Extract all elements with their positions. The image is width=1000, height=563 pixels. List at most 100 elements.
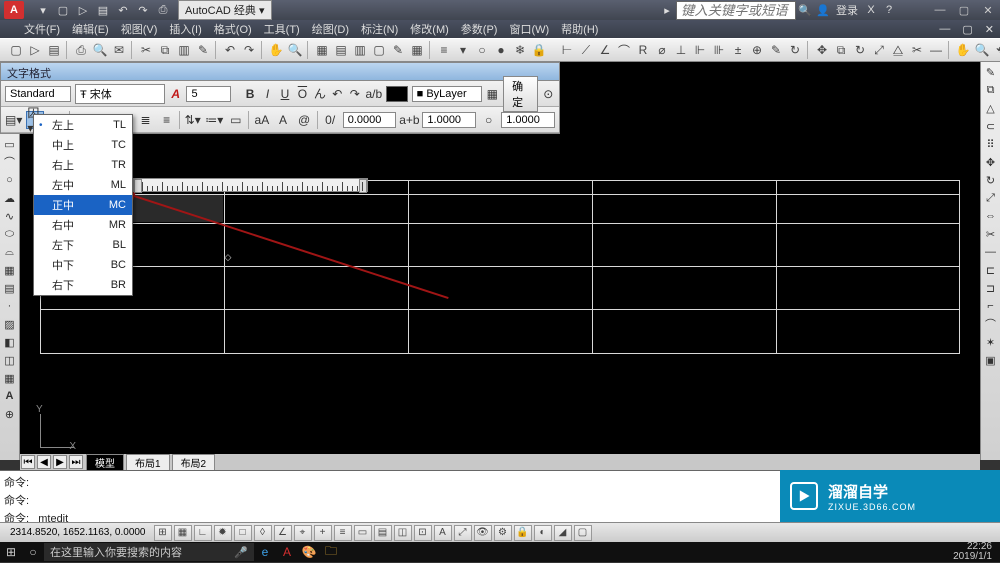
move2-icon[interactable]: ✥: [983, 154, 999, 170]
scale2-icon[interactable]: ⤢: [983, 190, 999, 206]
ssm-icon[interactable]: ▢: [370, 41, 388, 59]
gradient-icon[interactable]: ◧: [2, 334, 18, 350]
annv-toggle[interactable]: 👁: [474, 525, 492, 541]
rotate-icon[interactable]: ↻: [851, 41, 869, 59]
dim-base-icon[interactable]: ⊪: [710, 41, 728, 59]
stack-button[interactable]: a/b: [366, 85, 383, 103]
menu-param[interactable]: 参数(P): [455, 21, 504, 37]
mirror-icon[interactable]: ⧋: [889, 41, 907, 59]
layer-color-select[interactable]: ■ ByLayer: [412, 86, 482, 102]
bold-button[interactable]: B: [243, 85, 256, 103]
justify-item-ml[interactable]: 左中ML: [34, 175, 132, 195]
layer-off-icon[interactable]: ○: [473, 41, 491, 59]
lwt-toggle[interactable]: ≡: [334, 525, 352, 541]
props-icon[interactable]: ▦: [313, 41, 331, 59]
annotative-icon[interactable]: A: [169, 85, 182, 103]
arc-icon[interactable]: ⌒: [2, 154, 18, 170]
workspace-dropdown[interactable]: AutoCAD 经典 ▾: [178, 0, 272, 20]
menu-file[interactable]: 文件(F): [18, 21, 66, 37]
ellipsearc-icon[interactable]: ⌓: [2, 244, 18, 260]
array-icon[interactable]: ⠿: [983, 136, 999, 152]
line-spacing-icon[interactable]: ⇅▾: [184, 111, 201, 129]
paint-icon[interactable]: 🎨: [298, 543, 320, 561]
dyn-toggle[interactable]: +: [314, 525, 332, 541]
exchange-icon[interactable]: X: [862, 2, 880, 18]
ok-button[interactable]: 确定: [503, 76, 537, 112]
trim-icon[interactable]: ✂: [908, 41, 926, 59]
layer-state-icon[interactable]: ▾: [454, 41, 472, 59]
symbol-icon[interactable]: @: [296, 111, 313, 129]
clock[interactable]: 22:26 2019/1/1: [945, 542, 1000, 562]
min-icon[interactable]: —: [928, 3, 952, 17]
join-icon[interactable]: ⊐: [983, 280, 999, 296]
menu-edit[interactable]: 编辑(E): [66, 21, 115, 37]
layer-freeze-icon[interactable]: ❄: [511, 41, 529, 59]
fillet-icon[interactable]: ⌒: [983, 316, 999, 332]
numbering-icon[interactable]: ≔▾: [205, 111, 223, 129]
justify-item-tc[interactable]: 中上TC: [34, 135, 132, 155]
size-input[interactable]: 5: [186, 86, 230, 102]
snap-toggle[interactable]: ⊞: [154, 525, 172, 541]
widthfactor-input[interactable]: 1.0000: [501, 112, 555, 128]
tpy-toggle[interactable]: ▭: [354, 525, 372, 541]
ruler-right-handle[interactable]: [359, 179, 367, 193]
hatch-icon[interactable]: ▨: [2, 316, 18, 332]
move-icon[interactable]: ✥: [813, 41, 831, 59]
menu-draw[interactable]: 绘图(D): [306, 21, 355, 37]
ws-toggle[interactable]: ⚙: [494, 525, 512, 541]
ruler-toggle-icon[interactable]: ▦: [486, 85, 499, 103]
tab-layout2[interactable]: 布局2: [172, 454, 216, 471]
rect-icon[interactable]: ▭: [2, 136, 18, 152]
scale-icon[interactable]: ⤢: [870, 41, 888, 59]
tab-last-icon[interactable]: ⏭: [69, 455, 83, 469]
spline-icon[interactable]: ∿: [2, 208, 18, 224]
table-icon[interactable]: ▦: [2, 370, 18, 386]
table-object[interactable]: ◇: [40, 180, 960, 354]
hw-toggle[interactable]: ◐: [534, 525, 552, 541]
explorer-icon[interactable]: 🗀: [320, 543, 342, 561]
help-icon[interactable]: ?: [880, 2, 898, 18]
otrack-toggle[interactable]: ∠: [274, 525, 292, 541]
anns-toggle[interactable]: ⤢: [454, 525, 472, 541]
start-icon[interactable]: ⊞: [0, 543, 22, 561]
hand-icon[interactable]: ✋: [954, 41, 972, 59]
justify-item-tr[interactable]: 右上TR: [34, 155, 132, 175]
columns-icon[interactable]: ▤▾: [5, 111, 22, 129]
offset-icon[interactable]: ⊂: [983, 118, 999, 134]
justify-item-br[interactable]: 右下BR: [34, 275, 132, 295]
ducs-toggle[interactable]: ⌖: [294, 525, 312, 541]
zoom-icon[interactable]: 🔍: [286, 41, 304, 59]
layers-icon[interactable]: ≡: [435, 41, 453, 59]
menu-insert[interactable]: 插入(I): [163, 21, 207, 37]
tab-model[interactable]: 模型: [86, 454, 124, 471]
point-icon[interactable]: ·: [2, 298, 18, 314]
iso-toggle[interactable]: ◢: [554, 525, 572, 541]
new-icon[interactable]: ▢: [54, 2, 72, 18]
menu-tools[interactable]: 工具(T): [258, 21, 306, 37]
align-justify-icon[interactable]: ≣: [137, 111, 154, 129]
justify-item-tl[interactable]: 左上TL: [34, 115, 132, 135]
break-icon[interactable]: ⊏: [983, 262, 999, 278]
login-label[interactable]: 登录: [832, 2, 862, 18]
widthfactor-icon[interactable]: ○: [480, 111, 497, 129]
dim-cont-icon[interactable]: ⊩: [691, 41, 709, 59]
restore-icon[interactable]: ▢: [952, 3, 976, 17]
mic-icon[interactable]: 🎤: [234, 546, 248, 559]
menu-dim[interactable]: 标注(N): [355, 21, 404, 37]
extend2-icon[interactable]: —: [983, 244, 999, 260]
draworder-icon[interactable]: ▣: [983, 352, 999, 368]
undo2-icon[interactable]: ↶: [221, 41, 239, 59]
layer-on-icon[interactable]: ●: [492, 41, 510, 59]
dim-upd-icon[interactable]: ↻: [786, 41, 804, 59]
cut-icon[interactable]: ✂: [137, 41, 155, 59]
zprev-icon[interactable]: ⟲: [992, 41, 1000, 59]
addsel-icon[interactable]: ⊕: [2, 406, 18, 422]
triangle-icon[interactable]: ▾: [34, 2, 52, 18]
zwin-icon[interactable]: 🔍: [973, 41, 991, 59]
lock-toggle[interactable]: 🔒: [514, 525, 532, 541]
explode-icon[interactable]: ✶: [983, 334, 999, 350]
menu-modify[interactable]: 修改(M): [404, 21, 455, 37]
search-icon[interactable]: 🔍: [796, 2, 814, 18]
undo-icon[interactable]: ↶: [114, 2, 132, 18]
dim-center-icon[interactable]: ⊕: [748, 41, 766, 59]
